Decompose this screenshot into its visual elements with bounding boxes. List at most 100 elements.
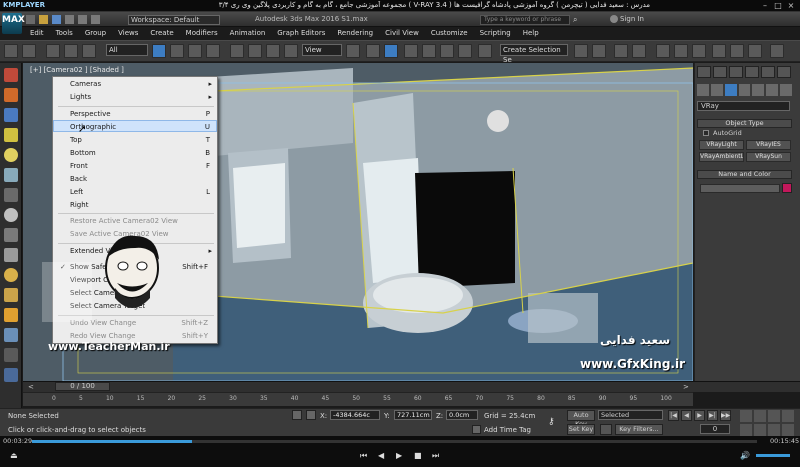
search-icon[interactable]: ⌕ [573, 15, 583, 25]
sign-in-link[interactable]: Sign In [620, 15, 644, 23]
player-volume-slider[interactable] [756, 454, 790, 457]
light-type-dropdown[interactable]: VRay [697, 101, 790, 111]
menu-views[interactable]: Views [112, 28, 144, 39]
systems-icon[interactable] [780, 84, 793, 96]
player-play-icon[interactable]: ▶ [396, 451, 402, 460]
vray-fur-icon[interactable] [4, 248, 18, 262]
default-in-out-tangents-icon[interactable] [600, 424, 612, 435]
menu-item-bottom[interactable]: Bottom [70, 149, 96, 157]
utilities-tab-icon[interactable] [777, 66, 791, 78]
redo-icon[interactable] [22, 44, 36, 58]
window-crossing-icon[interactable] [206, 44, 220, 58]
x-coordinate-field[interactable]: -4384.664c [330, 410, 380, 420]
helpers-icon[interactable] [752, 84, 765, 96]
menu-item-back[interactable]: Back [70, 175, 87, 183]
vrayambientlight-button[interactable]: VRayAmbientLight [699, 152, 744, 162]
vraysun-button[interactable]: VRaySun [746, 152, 791, 162]
bind-space-warp-icon[interactable] [82, 44, 96, 58]
menu-animation[interactable]: Animation [224, 28, 272, 39]
named-selection-set-dropdown[interactable]: Create Selection Se [500, 44, 568, 64]
selection-lock-icon[interactable] [292, 410, 302, 420]
pivot-center-icon[interactable] [346, 44, 360, 58]
menu-item-lights[interactable]: Lights [70, 93, 91, 101]
zoom-all-icon[interactable] [754, 410, 766, 422]
object-name-field[interactable] [700, 184, 780, 193]
rectangular-selection-icon[interactable] [188, 44, 202, 58]
application-button[interactable]: MAX [2, 13, 25, 34]
vray-settings-icon[interactable] [4, 368, 18, 382]
absolute-mode-icon[interactable] [306, 410, 316, 420]
menu-item-perspective[interactable]: Perspective [70, 110, 111, 118]
layer-explorer-icon[interactable] [614, 44, 628, 58]
keyboard-shortcut-override-icon[interactable] [384, 44, 398, 58]
menu-item-right[interactable]: Right [70, 201, 88, 209]
go-to-start-icon[interactable]: |◀ [668, 410, 679, 421]
current-frame-field[interactable]: 0 [700, 424, 730, 434]
key-mode-dropdown[interactable]: Selected [598, 410, 663, 420]
menu-item-front[interactable]: Front [70, 162, 88, 170]
set-key-button[interactable]: Set Key [567, 424, 595, 435]
menu-item-left[interactable]: Left [70, 188, 83, 196]
autogrid-checkbox[interactable] [703, 130, 709, 136]
previous-frame-icon[interactable]: ◀ [681, 410, 692, 421]
vray-toolbar-icon[interactable] [770, 44, 784, 58]
select-place-icon[interactable] [284, 44, 298, 58]
menu-item-cameras[interactable]: Cameras [70, 80, 101, 88]
menu-item-top[interactable]: Top [70, 136, 82, 144]
zoom-extents-all-icon[interactable] [782, 410, 794, 422]
undo-icon[interactable] [4, 44, 18, 58]
hierarchy-tab-icon[interactable] [729, 66, 743, 78]
time-slider-thumb[interactable]: 0 / 100 [55, 382, 110, 391]
percent-snap-icon[interactable] [440, 44, 454, 58]
menu-item-orthographic[interactable]: Orthographic [70, 123, 116, 131]
name-and-color-rollout[interactable]: Name and Color [697, 170, 792, 179]
play-icon[interactable]: ▶ [694, 410, 705, 421]
select-rotate-icon[interactable] [248, 44, 262, 58]
select-object-icon[interactable] [152, 44, 166, 58]
curve-editor-icon[interactable] [656, 44, 670, 58]
modify-tab-icon[interactable] [713, 66, 727, 78]
key-icon[interactable]: ⚷ [548, 417, 555, 427]
menu-scripting[interactable]: Scripting [474, 28, 517, 39]
menu-rendering[interactable]: Rendering [331, 28, 379, 39]
save-file-icon[interactable] [52, 15, 61, 24]
zoom-icon[interactable] [740, 410, 752, 422]
vraylight-button[interactable]: VRayLight [699, 140, 744, 150]
vray-proxy-icon[interactable] [4, 188, 18, 202]
render-production-icon[interactable] [748, 44, 762, 58]
field-of-view-icon[interactable] [740, 424, 752, 436]
object-type-rollout[interactable]: Object Type [697, 119, 792, 128]
maximize-viewport-icon[interactable] [782, 424, 794, 436]
spinner-snap-icon[interactable] [458, 44, 472, 58]
vrayies-button[interactable]: VRayIES [746, 140, 791, 150]
menu-edit[interactable]: Edit [24, 28, 50, 39]
motion-tab-icon[interactable] [745, 66, 759, 78]
menu-group[interactable]: Group [79, 28, 112, 39]
workspace-dropdown[interactable]: Workspace: Default [128, 15, 220, 25]
search-input[interactable]: Type a keyword or phrase [480, 15, 570, 25]
player-volume-icon[interactable]: 🔊 [740, 451, 750, 460]
vray-frame-buffer-icon[interactable] [4, 88, 18, 102]
render-setup-icon[interactable] [712, 44, 726, 58]
player-rewind-icon[interactable]: ◀ [378, 451, 384, 460]
vray-render-icon[interactable] [4, 68, 18, 82]
vray-physical-camera-icon[interactable] [4, 308, 18, 322]
prev-frame-arrow-icon[interactable]: < [28, 383, 36, 391]
z-coordinate-field[interactable]: 0.0cm [446, 410, 478, 420]
menu-item-restore-camera-view[interactable]: Restore Active Camera02 View [70, 217, 178, 225]
cameras-icon[interactable] [738, 84, 751, 96]
next-frame-arrow-icon[interactable]: > [683, 383, 691, 391]
vray-toolbar-extra-icon[interactable] [4, 348, 18, 362]
select-scale-icon[interactable] [266, 44, 280, 58]
material-editor-icon[interactable] [692, 44, 706, 58]
geometry-icon[interactable] [697, 84, 709, 96]
align-icon[interactable] [592, 44, 606, 58]
mirror-icon[interactable] [574, 44, 588, 58]
select-move-icon[interactable] [230, 44, 244, 58]
angle-snap-icon[interactable] [422, 44, 436, 58]
reference-coordinate-dropdown[interactable]: View [302, 44, 342, 56]
vray-dome-icon[interactable] [4, 168, 18, 182]
rendered-frame-window-icon[interactable] [730, 44, 744, 58]
menu-civil-view[interactable]: Civil View [379, 28, 425, 39]
schematic-view-icon[interactable] [674, 44, 688, 58]
